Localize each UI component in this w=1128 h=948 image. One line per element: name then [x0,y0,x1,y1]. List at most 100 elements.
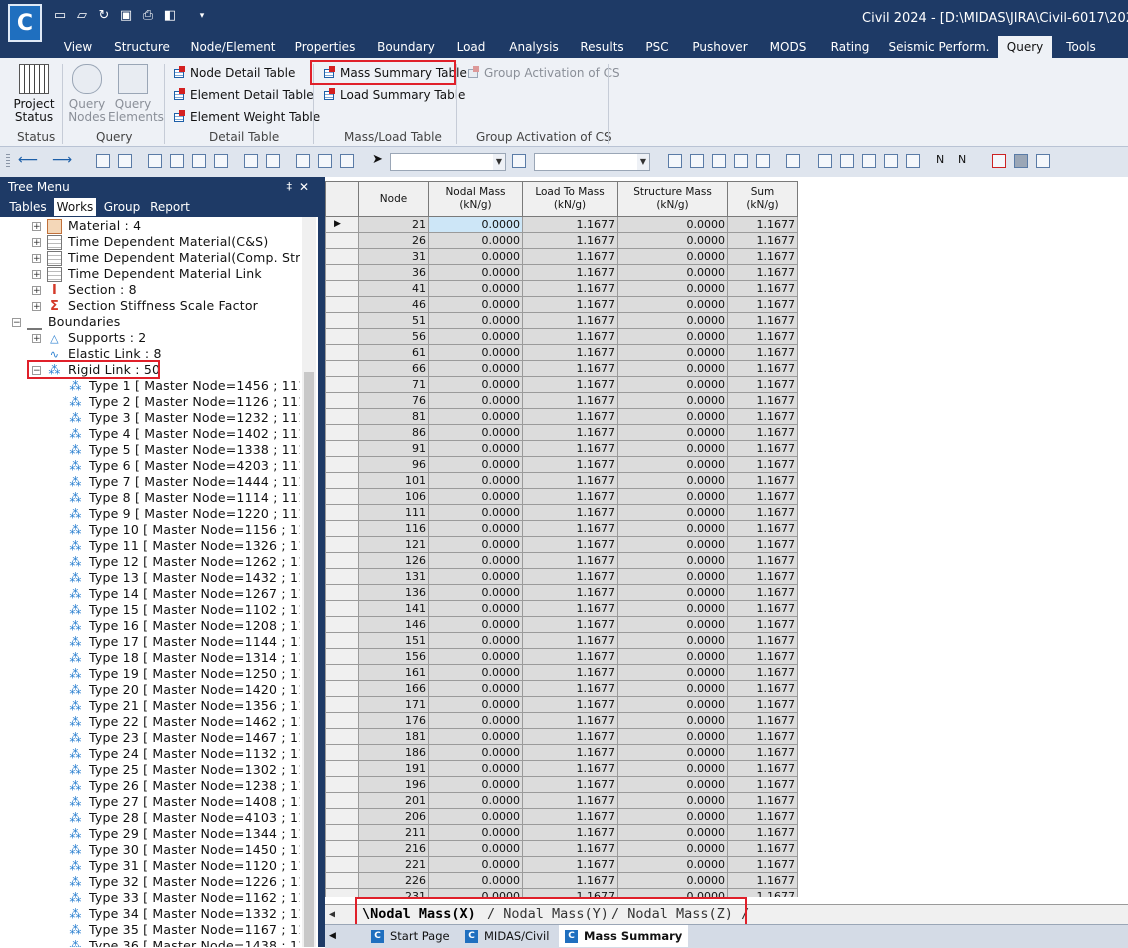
cell-nodal-mass[interactable]: 0.0000 [428,472,523,489]
tree-item-tdm-link[interactable]: + Time Dependent Material Link [32,266,262,282]
doc-tab-mass-summary[interactable]: C Mass Summary [559,925,689,947]
cell-nodal-mass[interactable]: 0.0000 [428,616,523,633]
cell-node[interactable]: 156 [358,648,429,665]
cell-sum[interactable]: 1.1677 [727,776,798,793]
tree-item-rigid-type[interactable]: ⁂ Type 11 [ Master Node=1326 ; 11111 [68,538,300,554]
cell-sum[interactable]: 1.1677 [727,296,798,313]
tree-item-rigid-type[interactable]: ⁂ Type 36 [ Master Node=1438 ; 11111 [68,938,300,947]
snap-combo[interactable]: ▼ [534,153,650,171]
unselect-icon[interactable] [244,154,258,168]
table-row[interactable]: 91 0.0000 1.1677 0.0000 1.1677 [325,440,798,457]
row-header[interactable] [325,728,359,745]
cell-sum[interactable]: 1.1677 [727,520,798,537]
pointer-icon[interactable]: ➤ [372,153,386,168]
new-file-icon[interactable]: ▭ [52,8,68,24]
row-header[interactable] [325,424,359,441]
cell-load-to-mass[interactable]: 1.1677 [522,872,618,889]
view-tool-1-icon[interactable] [668,154,682,168]
table-row[interactable]: 166 0.0000 1.1677 0.0000 1.1677 [325,680,798,697]
table-row[interactable]: 191 0.0000 1.1677 0.0000 1.1677 [325,760,798,777]
tree-item-boundaries[interactable]: − Boundaries [12,314,120,330]
cell-load-to-mass[interactable]: 1.1677 [522,536,618,553]
cell-structure-mass[interactable]: 0.0000 [617,856,728,873]
cell-nodal-mass[interactable]: 0.0000 [428,424,523,441]
activate-icon[interactable] [296,154,310,168]
tree-item-rigid-type[interactable]: ⁂ Type 5 [ Master Node=1338 ; 111111 [68,442,300,458]
cell-node[interactable]: 46 [358,296,429,313]
cell-nodal-mass[interactable]: 0.0000 [428,328,523,345]
cell-sum[interactable]: 1.1677 [727,696,798,713]
tree-item-rigid-type[interactable]: ⁂ Type 17 [ Master Node=1144 ; 11111 [68,634,300,650]
cell-load-to-mass[interactable]: 1.1677 [522,232,618,249]
tree-item-rigid-type[interactable]: ⁂ Type 25 [ Master Node=1302 ; 11111 [68,762,300,778]
cell-nodal-mass[interactable]: 0.0000 [428,360,523,377]
cell-load-to-mass[interactable]: 1.1677 [522,584,618,601]
row-header[interactable] [325,344,359,361]
table-row[interactable]: 181 0.0000 1.1677 0.0000 1.1677 [325,728,798,745]
table-row[interactable]: 26 0.0000 1.1677 0.0000 1.1677 [325,232,798,249]
cell-structure-mass[interactable]: 0.0000 [617,504,728,521]
row-header[interactable] [325,360,359,377]
table-row[interactable]: 41 0.0000 1.1677 0.0000 1.1677 [325,280,798,297]
cell-load-to-mass[interactable]: 1.1677 [522,856,618,873]
table-row[interactable]: 161 0.0000 1.1677 0.0000 1.1677 [325,664,798,681]
cell-node[interactable]: 21 [358,216,429,233]
cell-node[interactable]: 176 [358,712,429,729]
row-header[interactable] [325,264,359,281]
cell-sum[interactable]: 1.1677 [727,440,798,457]
expand-icon[interactable]: + [32,237,41,247]
table-row[interactable]: 71 0.0000 1.1677 0.0000 1.1677 [325,376,798,393]
row-header-corner[interactable] [325,181,359,217]
menu-view[interactable]: View [56,36,100,58]
cell-sum[interactable]: 1.1677 [727,344,798,361]
cell-structure-mass[interactable]: 0.0000 [617,360,728,377]
menu-seismic-perform[interactable]: Seismic Perform. [888,36,990,58]
cell-sum[interactable]: 1.1677 [727,264,798,281]
menu-structure[interactable]: Structure [110,36,174,58]
cell-nodal-mass[interactable]: 0.0000 [428,664,523,681]
cell-structure-mass[interactable]: 0.0000 [617,264,728,281]
cell-sum[interactable]: 1.1677 [727,872,798,889]
cell-nodal-mass[interactable]: 0.0000 [428,392,523,409]
cell-node[interactable]: 161 [358,664,429,681]
cell-structure-mass[interactable]: 0.0000 [617,312,728,329]
tree-item-rigid-type[interactable]: ⁂ Type 12 [ Master Node=1262 ; 11111 [68,554,300,570]
cell-node[interactable]: 151 [358,632,429,649]
cell-structure-mass[interactable]: 0.0000 [617,680,728,697]
row-header[interactable] [325,856,359,873]
table-row[interactable]: 101 0.0000 1.1677 0.0000 1.1677 [325,472,798,489]
cell-structure-mass[interactable]: 0.0000 [617,424,728,441]
table-row[interactable]: 216 0.0000 1.1677 0.0000 1.1677 [325,840,798,857]
table-row[interactable]: 61 0.0000 1.1677 0.0000 1.1677 [325,344,798,361]
cell-node[interactable]: 51 [358,312,429,329]
menu-load[interactable]: Load [450,36,492,58]
cell-node[interactable]: 226 [358,872,429,889]
column-header-load-to-mass[interactable]: Load To Mass (kN/g) [522,181,618,217]
cell-load-to-mass[interactable]: 1.1677 [522,312,618,329]
cell-load-to-mass[interactable]: 1.1677 [522,824,618,841]
column-header-sum[interactable]: Sum (kN/g) [727,181,798,217]
tab-tables[interactable]: Tables [6,198,50,216]
cell-node[interactable]: 196 [358,776,429,793]
tree-item-rigid-type[interactable]: ⁂ Type 3 [ Master Node=1232 ; 111111 [68,410,300,426]
cell-sum[interactable]: 1.1677 [727,552,798,569]
cell-structure-mass[interactable]: 0.0000 [617,616,728,633]
cell-nodal-mass[interactable]: 0.0000 [428,728,523,745]
cell-sum[interactable]: 1.1677 [727,584,798,601]
tree-item-tdm-cs[interactable]: + Time Dependent Material(C&S) [32,234,268,250]
cell-sum[interactable]: 1.1677 [727,568,798,585]
cell-load-to-mass[interactable]: 1.1677 [522,520,618,537]
tree-item-rigid-type[interactable]: ⁂ Type 10 [ Master Node=1156 ; 11111 [68,522,300,538]
tree-scrollbar[interactable] [302,217,316,947]
cell-load-to-mass[interactable]: 1.1677 [522,680,618,697]
row-header[interactable] [325,504,359,521]
row-header[interactable] [325,392,359,409]
cell-sum[interactable]: 1.1677 [727,616,798,633]
cell-nodal-mass[interactable]: 0.0000 [428,600,523,617]
cell-node[interactable]: 96 [358,456,429,473]
tree-item-rigid-type[interactable]: ⁂ Type 31 [ Master Node=1120 ; 11111 [68,858,300,874]
doc-tab-midas-civil[interactable]: C MIDAS/Civil [459,925,555,947]
row-header[interactable] [325,680,359,697]
row-header[interactable] [325,648,359,665]
row-header[interactable] [325,872,359,889]
